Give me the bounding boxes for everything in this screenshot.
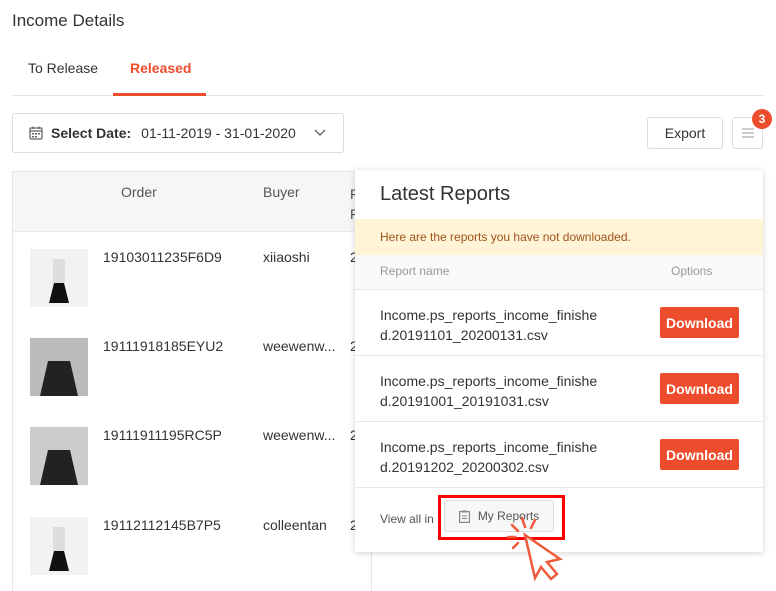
report-name-line: Income.ps_reports_income_finishe (380, 439, 598, 455)
date-value: 01-11-2019 - 31-01-2020 (141, 125, 296, 141)
tab-to-release[interactable]: To Release (28, 60, 98, 76)
product-thumbnail (30, 338, 88, 396)
date-label: Select Date: (51, 125, 132, 141)
buyer-name: weewenw... (263, 338, 336, 354)
reports-header: Report name Options (355, 255, 763, 289)
report-name: Income.ps_reports_income_finishe d.201911… (380, 305, 597, 345)
report-row: Income.ps_reports_income_finishe d.201910… (355, 355, 763, 421)
popup-title: Latest Reports (380, 183, 511, 205)
notice-banner: Here are the reports you have not downlo… (355, 219, 763, 255)
download-button[interactable]: Download (660, 439, 739, 470)
order-id: 19103011235F6D9 (103, 249, 222, 265)
divider (355, 487, 763, 488)
menu-icon (741, 128, 754, 138)
cursor-click-icon (506, 516, 564, 582)
report-row: Income.ps_reports_income_finishe d.201912… (355, 421, 763, 487)
order-id: 19111911195RC5P (103, 427, 222, 443)
col-options: Options (671, 264, 713, 278)
report-name: Income.ps_reports_income_finishe d.201910… (380, 371, 597, 411)
order-id: 19111918185EYU2 (103, 338, 224, 354)
active-tab-indicator (113, 93, 206, 96)
view-all-label: View all in (380, 512, 434, 526)
report-name: Income.ps_reports_income_finishe d.201912… (380, 437, 597, 477)
product-thumbnail (30, 427, 88, 485)
page-title: Income Details (12, 11, 125, 30)
tab-released[interactable]: Released (130, 60, 191, 76)
col-report-name: Report name (380, 264, 450, 278)
header-order: Order (121, 184, 157, 200)
buyer-name: weewenw... (263, 427, 336, 443)
date-picker[interactable]: Select Date: 01-11-2019 - 31-01-2020 (12, 113, 344, 153)
report-row: Income.ps_reports_income_finishe d.201911… (355, 289, 763, 355)
notification-badge: 3 (752, 109, 772, 129)
export-button[interactable]: Export (647, 117, 723, 149)
table-header: Order Buyer F F (13, 172, 371, 232)
product-thumbnail (30, 517, 88, 575)
order-id: 19112112145B7P5 (103, 517, 221, 533)
buyer-name: xiiaoshi (263, 249, 310, 265)
orders-table: Order Buyer F F 19103011235F6D9 xiiaoshi… (12, 171, 372, 591)
report-name-line: d.20191101_20200131.csv (380, 327, 548, 343)
product-thumbnail (30, 249, 88, 307)
report-name-line: Income.ps_reports_income_finishe (380, 373, 598, 389)
header-buyer: Buyer (263, 184, 300, 200)
calendar-icon (29, 126, 43, 140)
download-button[interactable]: Download (660, 373, 739, 404)
download-button[interactable]: Download (660, 307, 739, 338)
report-name-line: d.20191001_20191031.csv (380, 393, 549, 409)
chevron-down-icon (314, 129, 326, 136)
report-name-line: Income.ps_reports_income_finishe (380, 307, 598, 323)
buyer-name: colleentan (263, 517, 327, 533)
report-name-line: d.20191202_20200302.csv (380, 459, 549, 475)
